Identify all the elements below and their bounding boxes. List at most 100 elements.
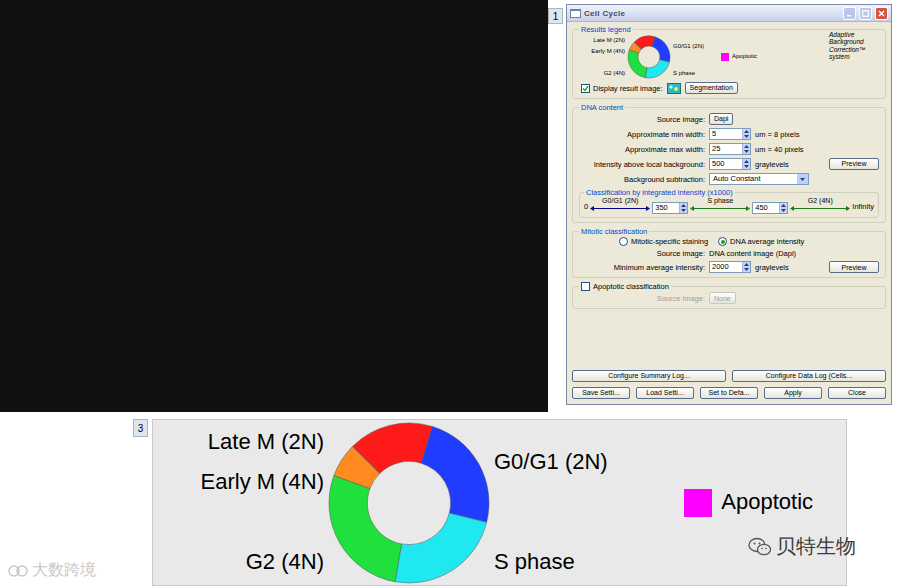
right-arrowhead-icon xyxy=(646,206,650,211)
range-label: G2 (4N) xyxy=(808,197,833,205)
down-arrow-icon[interactable] xyxy=(744,150,749,153)
field-label: Minimum average intensity: xyxy=(579,263,705,272)
spin-buttons[interactable] xyxy=(742,129,750,139)
spin-field[interactable]: 2000 xyxy=(709,261,751,273)
minimize-icon xyxy=(846,10,853,17)
legend-zoom-panel: Late M (2N)Early M (4N)G0/G1 (2N)G2 (4N)… xyxy=(152,419,847,586)
spin-field[interactable]: 450 xyxy=(752,202,788,214)
spin-value[interactable]: 350 xyxy=(653,203,679,213)
radio-label[interactable]: DNA average intensity xyxy=(730,237,804,246)
wechat-icon xyxy=(748,537,772,557)
spin-buttons[interactable] xyxy=(779,203,787,213)
spin-field[interactable]: 500 xyxy=(709,158,751,170)
up-arrow-icon[interactable] xyxy=(744,160,749,163)
classification-group: Classification by integrated intensity (… xyxy=(579,188,879,218)
zoomed-legend: Late M (2N)Early M (4N)G0/G1 (2N)G2 (4N)… xyxy=(178,423,813,583)
watermark: 大数跨境 xyxy=(8,560,96,581)
phase-segment xyxy=(645,60,669,78)
source-image-value: DNA content image (Dapi) xyxy=(709,249,796,258)
spin-buttons[interactable] xyxy=(742,159,750,169)
source-image-button[interactable]: Dapi xyxy=(709,113,733,125)
right-arrowhead-icon xyxy=(746,206,750,211)
spin-value[interactable]: 5 xyxy=(710,129,742,139)
phase-label: S phase xyxy=(494,550,575,574)
select-value[interactable]: Auto Constant xyxy=(710,174,797,184)
close-window-button[interactable] xyxy=(875,7,888,20)
up-arrow-icon[interactable] xyxy=(781,204,786,207)
apoptotic-classification-group: Apoptotic classificationSource image:Non… xyxy=(572,282,886,309)
checkbox[interactable] xyxy=(581,282,590,291)
field-label: Intensity above local background: xyxy=(579,160,705,169)
phase-label: S phase xyxy=(673,70,695,77)
maximize-icon xyxy=(862,10,869,17)
title-bar: Cell Cycle xyxy=(567,5,891,22)
range-arrow xyxy=(794,208,846,209)
checkbox[interactable] xyxy=(581,84,590,93)
page: 1Cell CycleResults legendLate M (2N)Earl… xyxy=(0,0,898,587)
results-legend-group: Results legendLate M (2N)Early M (4N)G0/… xyxy=(572,25,886,99)
down-arrow-icon[interactable] xyxy=(781,209,786,212)
preview-button[interactable]: Preview xyxy=(829,261,879,273)
spin-value[interactable]: 2000 xyxy=(710,262,742,272)
range-end: Infinity xyxy=(852,202,874,214)
spin-field[interactable]: 350 xyxy=(652,202,688,214)
dialog-button[interactable]: Load Setti... xyxy=(636,387,694,399)
spin-field[interactable]: 5 xyxy=(709,128,751,140)
group-title: DNA content xyxy=(579,103,625,112)
unit-label: um = 40 pixels xyxy=(755,145,825,154)
background-subtraction-select[interactable]: Auto Constant xyxy=(709,173,809,185)
range-arrow xyxy=(594,208,646,209)
figure-label: 1 xyxy=(548,8,563,24)
segmentation-button[interactable]: Segmentation xyxy=(685,82,738,94)
unit-label: um = 8 pixels xyxy=(755,130,825,139)
spin-buttons[interactable] xyxy=(679,203,687,213)
dialog-button[interactable]: Close xyxy=(828,387,886,399)
range-arrow xyxy=(694,208,746,209)
dialog-button[interactable]: Apply xyxy=(764,387,822,399)
close-icon xyxy=(878,10,885,17)
phase-label: G2 (4N) xyxy=(246,550,324,574)
result-image-button[interactable] xyxy=(666,82,682,94)
field-label: Approximate min width: xyxy=(579,130,705,139)
radio-button[interactable] xyxy=(718,237,727,246)
up-arrow-icon[interactable] xyxy=(744,130,749,133)
up-arrow-icon[interactable] xyxy=(744,145,749,148)
dialog-button[interactable]: Configure Summary Log... xyxy=(572,370,726,382)
up-arrow-icon[interactable] xyxy=(744,263,749,266)
maximize-button[interactable] xyxy=(859,7,872,20)
spin-value[interactable]: 450 xyxy=(753,203,779,213)
range-label: G0/G1 (2N) xyxy=(602,197,638,205)
phase-segment xyxy=(628,50,647,78)
select-button[interactable] xyxy=(797,174,808,184)
up-arrow-icon[interactable] xyxy=(681,204,686,207)
apoptotic-label: Apoptotic xyxy=(721,489,813,515)
field-label: Source image: xyxy=(579,294,705,303)
dialog-button[interactable]: Configure Data Log (Cells... xyxy=(732,370,886,382)
minimize-button[interactable] xyxy=(843,7,856,20)
down-arrow-icon[interactable] xyxy=(744,135,749,138)
down-arrow-icon[interactable] xyxy=(681,209,686,212)
spin-buttons[interactable] xyxy=(742,144,750,154)
spin-value[interactable]: 500 xyxy=(710,159,742,169)
spin-value[interactable]: 25 xyxy=(710,144,742,154)
group-title: Results legend xyxy=(579,25,633,34)
apoptotic-swatch xyxy=(721,53,729,61)
radio-option[interactable]: DNA average intensity xyxy=(718,237,804,246)
radio-label[interactable]: Mitotic-specific staining xyxy=(631,237,708,246)
field-label: Source image: xyxy=(579,249,705,258)
radio-button[interactable] xyxy=(619,237,628,246)
dialog-button[interactable]: Save Setti... xyxy=(572,387,630,399)
apoptotic-classification-label[interactable]: Apoptotic classification xyxy=(593,282,669,291)
preview-button[interactable]: Preview xyxy=(829,158,879,170)
down-arrow-icon[interactable] xyxy=(744,165,749,168)
micrograph xyxy=(0,0,548,412)
window-title: Cell Cycle xyxy=(584,9,840,18)
spin-buttons[interactable] xyxy=(742,262,750,272)
down-arrow-icon[interactable] xyxy=(744,268,749,271)
right-arrowhead-icon xyxy=(846,206,850,211)
spin-field[interactable]: 25 xyxy=(709,143,751,155)
window-icon xyxy=(570,9,581,18)
radio-option[interactable]: Mitotic-specific staining xyxy=(619,237,708,246)
group-title: Classification by integrated intensity (… xyxy=(584,188,735,197)
dialog-button[interactable]: Set to Defa... xyxy=(700,387,758,399)
